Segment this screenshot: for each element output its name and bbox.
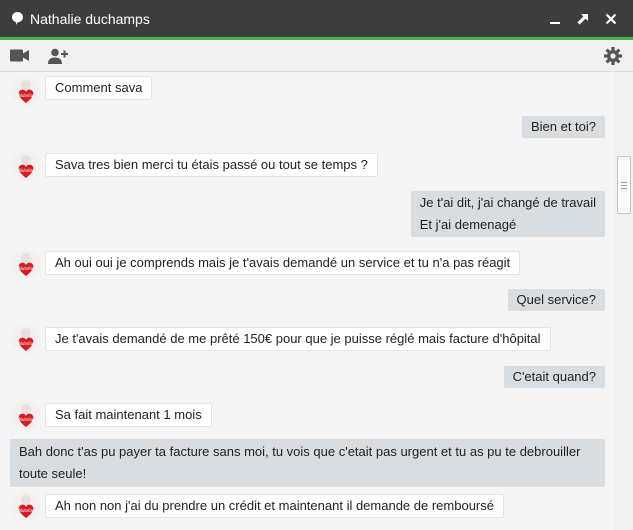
close-icon[interactable] [597, 5, 625, 33]
avatar[interactable]: Nutella [11, 76, 41, 106]
settings-gear-icon[interactable] [593, 40, 633, 72]
minimize-icon[interactable] [541, 5, 569, 33]
avatar[interactable]: Nutella [11, 249, 41, 279]
avatar[interactable]: Nutella [11, 491, 41, 521]
message-list[interactable]: Nutella Comment sava Bien et toi? Nutell… [0, 72, 633, 530]
contact-name-title[interactable]: Nathalie duchamps [30, 11, 150, 27]
popout-icon[interactable] [569, 5, 597, 33]
message-bubble-incoming: Je t'avais demandé de me prêté 150€ pour… [45, 327, 551, 351]
message-bubble-outgoing: C'etait quand? [503, 366, 605, 388]
scrollbar-thumb[interactable] [617, 156, 631, 214]
chat-window-titlebar: Nathalie duchamps [0, 0, 633, 37]
svg-text:Nutella: Nutella [19, 93, 34, 98]
message-bubble-incoming: Sa fait maintenant 1 mois [45, 403, 212, 427]
message-bubble-incoming: Ah oui oui je comprends mais je t'avais … [45, 251, 521, 275]
avatar[interactable]: Nutella [11, 400, 41, 430]
message-bubble-incoming: Ah non non j'ai du prendre un crédit et … [45, 494, 504, 518]
message-line: Et j'ai demenagé [419, 217, 517, 232]
message-bubble-incoming: Comment sava [45, 76, 153, 100]
chat-toolbar [0, 40, 633, 72]
video-call-icon[interactable] [0, 40, 40, 72]
svg-text:Nutella: Nutella [19, 341, 34, 346]
grip-line [621, 182, 627, 183]
add-person-icon[interactable] [40, 40, 76, 72]
status-bubble-icon [12, 12, 24, 26]
message-line: Je t'ai dit, j'ai changé de travail [419, 195, 596, 210]
svg-text:Nutella: Nutella [19, 266, 34, 271]
message-bubble-outgoing: Bah donc t'as pu payer ta facture sans m… [10, 439, 605, 487]
scrollbar[interactable] [615, 72, 633, 530]
avatar[interactable]: Nutella [11, 151, 41, 181]
message-bubble-outgoing: Quel service? [507, 289, 605, 311]
avatar[interactable]: Nutella [11, 324, 41, 354]
grip-line [621, 188, 627, 189]
svg-text:Nutella: Nutella [19, 168, 34, 173]
svg-text:Nutella: Nutella [19, 417, 34, 422]
svg-text:Nutella: Nutella [19, 508, 34, 513]
message-bubble-outgoing: Bien et toi? [521, 116, 605, 138]
grip-line [621, 185, 627, 186]
message-bubble-incoming: Sava tres bien merci tu étais passé ou t… [45, 153, 378, 177]
message-bubble-outgoing: Je t'ai dit, j'ai changé de travail Et j… [410, 191, 605, 237]
